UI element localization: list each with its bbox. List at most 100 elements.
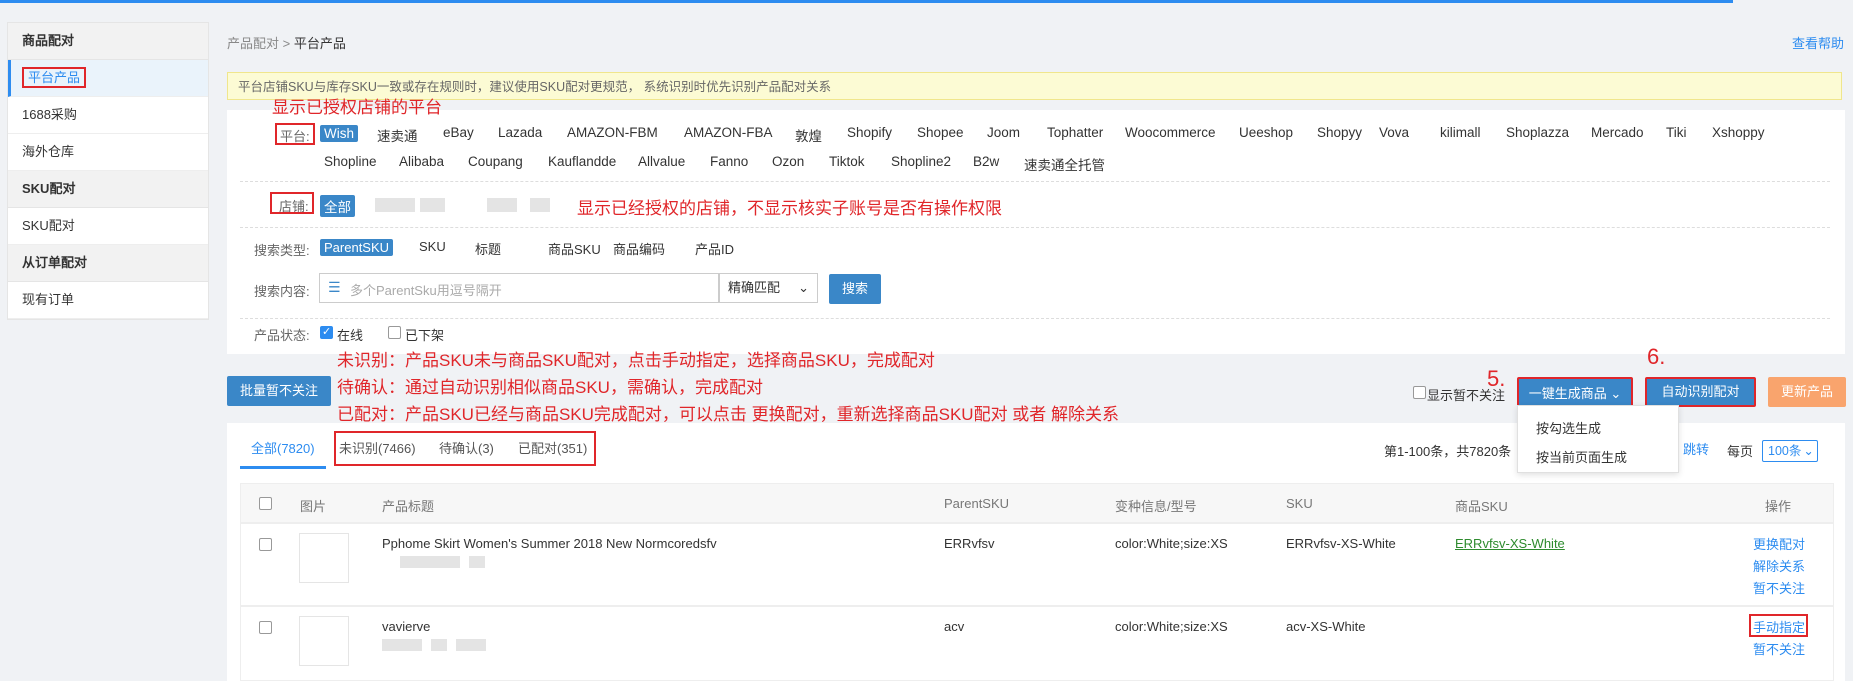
shop-name-redacted[interactable] [530,198,550,212]
bulk-ignore-button[interactable]: 批量暂不关注 [227,376,331,406]
divider [240,227,1830,228]
product-thumbnail[interactable] [299,533,349,583]
annotation-step6: 6. [1647,344,1666,369]
tab-all[interactable]: 全部(7820) [251,438,315,457]
platform-chip[interactable]: Alibaba [399,154,444,169]
manual-assign-link[interactable]: 手动指定 [1753,617,1805,636]
platform-chip[interactable]: Vova [1379,125,1409,140]
platform-chip[interactable]: AMAZON-FBM [567,125,658,140]
platform-chip[interactable]: Ozon [772,154,804,169]
status-offline-checkbox[interactable] [388,326,401,339]
platform-chip[interactable]: 速卖通全托管 [1024,154,1105,174]
goods-sku-link[interactable]: ERRvfsv-XS-White [1455,536,1565,551]
platform-chip[interactable]: Ueeshop [1239,125,1293,140]
tab-pending[interactable]: 待确认(3) [439,438,494,457]
match-mode-value: 精确匹配 [728,280,781,295]
platform-chip[interactable]: Kauflandde [548,154,616,169]
top-progress-line [0,0,1733,3]
platform-chip[interactable]: Lazada [498,125,542,140]
annotation-status-unrecognized: 未识别：产品SKU未与商品SKU配对，点击手动指定，选择商品SKU，完成配对 [337,351,935,370]
variant-info: color:White;size:XS [1115,619,1228,634]
tab-unrecognized[interactable]: 未识别(7466) [339,438,416,457]
platform-chip[interactable]: B2w [973,154,999,169]
per-page-select[interactable]: 100条 ⌄ [1762,440,1818,462]
breadcrumb-current: 平台产品 [293,36,346,51]
table-row: Pphome Skirt Women's Summer 2018 New Nor… [240,523,1834,606]
platform-chip[interactable]: Tophatter [1047,125,1103,140]
product-title[interactable]: vavierve [382,619,430,634]
product-title[interactable]: Pphome Skirt Women's Summer 2018 New Nor… [382,536,717,551]
platform-chip[interactable]: 速卖通 [377,125,418,145]
sidebar-item-existing-orders[interactable]: 现有订单 [8,282,208,319]
search-content-label: 搜索内容: [254,284,310,299]
platform-chip[interactable]: Shoplazza [1506,125,1569,140]
search-input[interactable]: ☰ 多个ParentSku用逗号隔开 [319,273,719,303]
ignore-link[interactable]: 暂不关注 [1753,639,1805,658]
search-type-chip[interactable]: 标题 [475,239,501,258]
menu-item-generate-checked[interactable]: 按勾选生成 [1536,418,1601,437]
platform-chip[interactable]: 敦煌 [795,125,822,145]
annotation-status-pending: 待确认：通过自动识别相似商品SKU，需确认，完成配对 [337,378,763,397]
sidebar-item-platform-products[interactable]: 平台产品 [8,60,208,97]
search-placeholder: 多个ParentSku用逗号隔开 [350,283,502,298]
platform-chip[interactable]: Tiktok [829,154,865,169]
shop-chip-all[interactable]: 全部 [320,195,355,217]
match-mode-select[interactable]: 精确匹配 ⌄ [719,273,818,303]
platform-chip[interactable]: Shopify [847,125,892,140]
product-thumbnail[interactable] [299,616,349,666]
change-match-link[interactable]: 更换配对 [1753,534,1805,553]
chevron-down-icon: ⌄ [798,280,809,295]
platform-chip[interactable]: Shopee [917,125,964,140]
platform-chip[interactable]: Shopline [324,154,377,169]
update-products-button[interactable]: 更新产品 [1768,377,1846,407]
platform-chip[interactable]: eBay [443,125,474,140]
annotation-platform: 显示已授权店铺的平台 [272,98,442,117]
search-type-chip[interactable]: ParentSKU [320,239,394,256]
platform-chip[interactable]: Xshoppy [1712,125,1765,140]
tab-matched[interactable]: 已配对(351) [518,438,587,457]
sidebar-item-sku-match[interactable]: SKU配对 [8,208,208,245]
row-checkbox[interactable] [259,538,272,551]
platform-chip[interactable]: Joom [987,125,1020,140]
generate-goods-button[interactable]: 一键生成商品 ⌄ [1517,377,1633,407]
shop-name-redacted[interactable] [420,198,445,212]
platform-chip[interactable]: Coupang [468,154,523,169]
platform-chip[interactable]: Fanno [710,154,748,169]
platform-chip[interactable]: Tiki [1666,125,1687,140]
platform-chip[interactable]: Shopyy [1317,125,1362,140]
parent-sku: ERRvfsv [944,536,995,551]
status-online-label: 在线 [337,328,364,343]
platform-chip[interactable]: Mercado [1591,125,1644,140]
sidebar-item-overseas-warehouse[interactable]: 海外仓库 [8,134,208,171]
search-button[interactable]: 搜索 [829,274,881,304]
status-online-checkbox[interactable] [320,325,333,339]
menu-item-generate-page[interactable]: 按当前页面生成 [1536,447,1627,466]
pager-jump-button[interactable]: 跳转 [1683,439,1709,458]
sidebar-item-1688[interactable]: 1688采购 [8,97,208,134]
unlink-link[interactable]: 解除关系 [1753,556,1805,575]
platform-chip[interactable]: Woocommerce [1125,125,1216,140]
platform-chip[interactable]: AMAZON-FBA [684,125,773,140]
show-ignored-checkbox[interactable] [1413,386,1426,399]
search-type-chip[interactable]: 产品ID [695,239,734,258]
platform-chip[interactable]: Allvalue [638,154,685,169]
platform-chip[interactable]: kilimall [1440,125,1481,140]
platform-chip[interactable]: Wish [320,125,358,142]
select-all-checkbox[interactable] [259,497,272,510]
redacted-info [400,556,460,568]
shop-name-redacted[interactable] [487,198,517,212]
platform-label: 平台: [280,129,310,144]
search-type-chip[interactable]: 商品SKU [548,239,601,258]
row-checkbox[interactable] [259,621,272,634]
search-type-chip[interactable]: SKU [419,239,446,254]
ignore-link[interactable]: 暂不关注 [1753,578,1805,597]
auto-match-button[interactable]: 自动识别配对 [1645,377,1756,407]
annotation-status-matched: 已配对：产品SKU已经与商品SKU完成配对，可以点击 更换配对，重新选择商品SK… [337,405,1120,424]
divider [240,318,1830,319]
help-link[interactable]: 查看帮助 [1792,33,1844,52]
breadcrumb-parent[interactable]: 产品配对 [227,36,279,51]
redacted-info [469,556,485,568]
search-type-chip[interactable]: 商品编码 [613,239,665,258]
shop-name-redacted[interactable] [375,198,415,212]
platform-chip[interactable]: Shopline2 [891,154,951,169]
